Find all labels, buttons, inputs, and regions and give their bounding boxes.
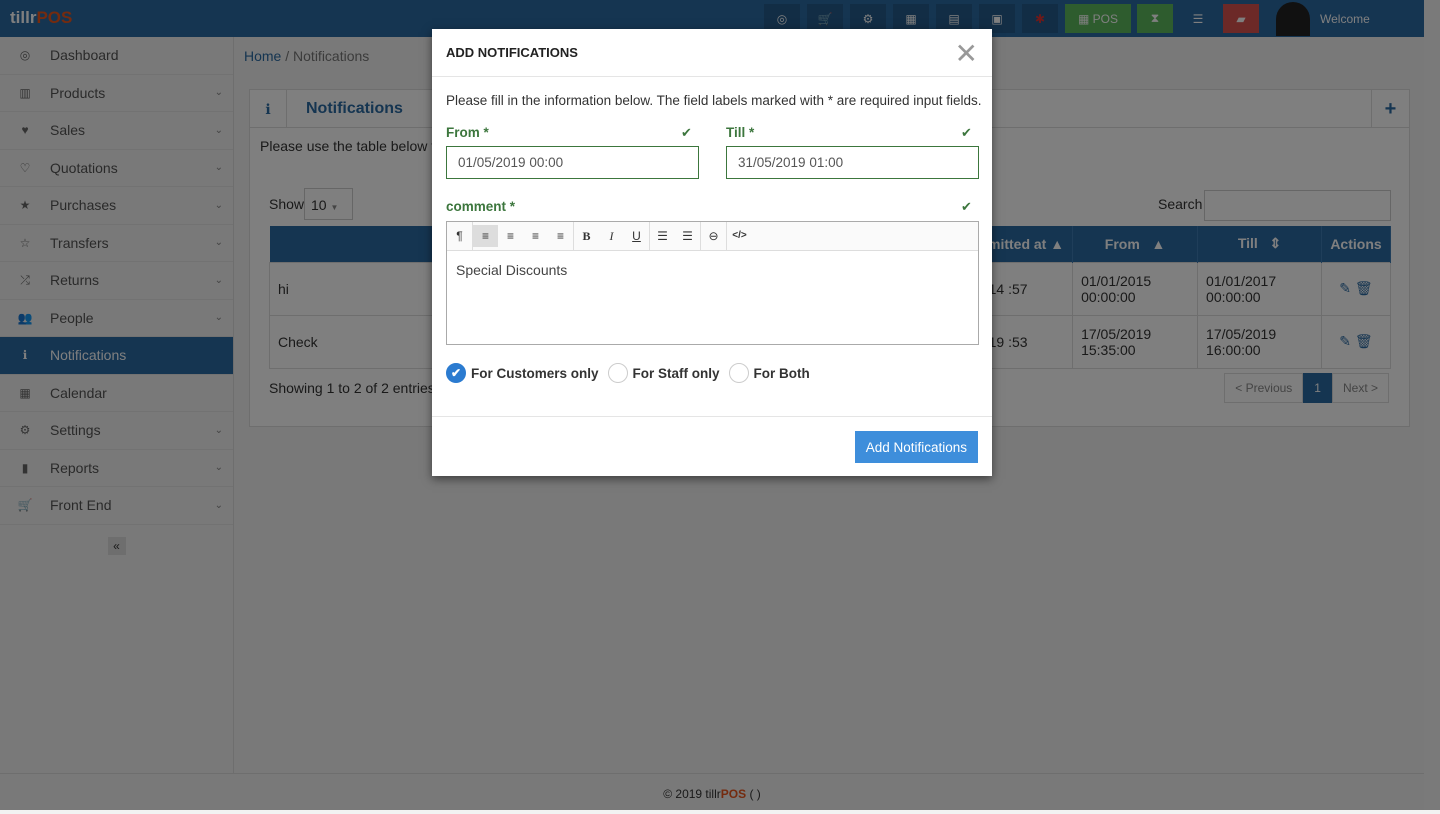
italic-icon[interactable]: I	[599, 225, 624, 247]
radio-label[interactable]: For Customers only	[471, 366, 599, 381]
till-label: Till *	[726, 125, 755, 140]
comment-textarea[interactable]: Special Discounts	[447, 251, 978, 289]
code-view-icon[interactable]: </>	[727, 225, 752, 247]
align-left-icon[interactable]: ≡	[473, 225, 498, 247]
editor-toolbar: ¶ ≡ ≡ ≡ ≡ BIU ☰ ☰ ⊖ </>	[447, 221, 978, 251]
from-label: From *	[446, 125, 489, 140]
radio-both[interactable]	[728, 363, 749, 383]
align-right-icon[interactable]: ≡	[523, 225, 548, 247]
bullet-list-icon[interactable]: ☰	[650, 225, 675, 247]
close-icon[interactable]: ✕	[955, 37, 978, 70]
audience-radio-group: ✔ For Customers only For Staff only For B…	[446, 363, 819, 383]
justify-icon[interactable]: ≡	[548, 225, 573, 247]
align-center-icon[interactable]: ≡	[498, 225, 523, 247]
numbered-list-icon[interactable]: ☰	[675, 225, 700, 247]
paragraph-icon[interactable]: ¶	[447, 225, 472, 247]
modal-note: Please fill in the information below. Th…	[446, 93, 982, 108]
modal-footer-divider	[432, 416, 992, 417]
radio-label[interactable]: For Both	[754, 366, 810, 381]
check-icon: ✔	[681, 125, 692, 140]
comment-editor: ¶ ≡ ≡ ≡ ≡ BIU ☰ ☰ ⊖ </> Special Discounts	[446, 221, 979, 345]
radio-label[interactable]: For Staff only	[633, 366, 720, 381]
underline-icon[interactable]: U	[624, 225, 649, 247]
link-icon[interactable]: ⊖	[701, 225, 726, 247]
bold-icon[interactable]: B	[574, 225, 599, 247]
add-notification-modal: ADD NOTIFICATIONS ✕ Please fill in the in…	[432, 29, 992, 476]
radio-customers[interactable]: ✔	[446, 363, 466, 383]
radio-staff[interactable]	[607, 363, 628, 383]
from-input[interactable]: 01/05/2019 00:00	[446, 146, 699, 179]
check-icon: ✔	[961, 199, 972, 214]
till-input[interactable]: 31/05/2019 01:00	[726, 146, 979, 179]
comment-label: comment *	[446, 199, 516, 214]
check-icon: ✔	[961, 125, 972, 140]
modal-title: ADD NOTIFICATIONS	[446, 45, 578, 60]
add-notifications-button[interactable]: Add Notifications	[854, 431, 978, 463]
